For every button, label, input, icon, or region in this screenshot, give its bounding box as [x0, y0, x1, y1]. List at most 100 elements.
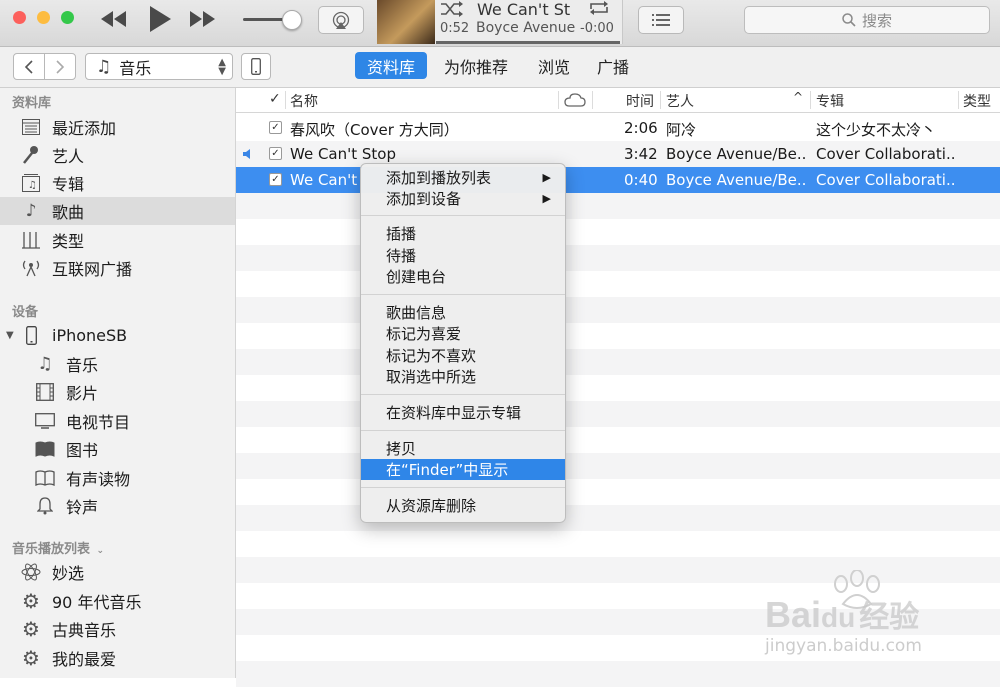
menu-item-uncheck-selection[interactable]: 取消选中所选 [361, 366, 565, 387]
progress-fill [436, 41, 620, 44]
microphone-icon [20, 144, 42, 166]
sidebar-playlist-90s[interactable]: ⚙ 90 年代音乐 [0, 587, 235, 615]
sidebar-item-label: 铃声 [66, 498, 99, 517]
play-button[interactable] [146, 4, 174, 34]
watermark-brand-a: Bai [765, 594, 822, 635]
sidebar-item-artists[interactable]: 艺人 [0, 141, 235, 169]
menu-item-dislike[interactable]: 标记为不喜欢 [361, 345, 565, 366]
shuffle-button[interactable] [440, 1, 464, 21]
tab-browse[interactable]: 浏览 [526, 52, 582, 79]
sidebar-item-label: 我的最爱 [52, 650, 117, 669]
sidebar-device-item-ringtones[interactable]: 铃声 [0, 492, 235, 520]
sidebar-playlist-classical[interactable]: ⚙ 古典音乐 [0, 615, 235, 643]
album-artwork[interactable] [377, 0, 435, 44]
sidebar-item-label: 有声读物 [66, 470, 131, 489]
sidebar-playlist-favorites[interactable]: ⚙ 我的最爱 [0, 644, 235, 672]
column-name[interactable]: 名称 [290, 91, 318, 111]
menu-item-show-in-finder[interactable]: 在“Finder”中显示 [361, 459, 565, 480]
menu-item-add-to-playlist[interactable]: 添加到播放列表 ▶ [361, 167, 565, 188]
table-row-selected[interactable]: ✓ We Can't 0:40 Boyce Avenue/Be... Cover… [236, 167, 1000, 193]
close-window-button[interactable] [13, 11, 26, 24]
menu-item-play-later[interactable]: 待播 [361, 245, 565, 266]
chevron-left-icon [24, 59, 33, 74]
menu-item-add-to-device[interactable]: 添加到设备 ▶ [361, 188, 565, 209]
rewind-button[interactable] [98, 8, 128, 30]
tab-radio[interactable]: 广播 [585, 52, 641, 79]
iphone-icon [251, 58, 261, 75]
table-row[interactable]: ✓ We Can't Stop 3:42 Boyce Avenue/Be... … [236, 141, 1000, 167]
search-field[interactable]: 搜索 [744, 6, 990, 34]
tab-library[interactable]: 资料库 [355, 52, 428, 79]
sidebar-header-devices: 设备 [12, 305, 39, 320]
repeat-icon [590, 1, 608, 15]
sidebar-item-albums[interactable]: ♫ 专辑 [0, 169, 235, 197]
menu-item-copy[interactable]: 拷贝 [361, 438, 565, 459]
song-name: 春风吹（Cover 方大同） [290, 121, 459, 139]
column-album[interactable]: 专辑 [816, 91, 844, 111]
sidebar-item-internet-radio[interactable]: 互联网广播 [0, 254, 235, 282]
book-icon [34, 438, 56, 460]
sidebar-device-item-books[interactable]: 图书 [0, 435, 235, 463]
sidebar-device-item-tv[interactable]: 电视节目 [0, 407, 235, 435]
table-row[interactable]: ✓ 春风吹（Cover 方大同） 2:06 阿冷 这个少女不太冷丶 [236, 115, 1000, 141]
menu-item-delete-from-library[interactable]: 从资源库删除 [361, 495, 565, 516]
sidebar-device-item-music[interactable]: ♫ 音乐 [0, 350, 235, 378]
sidebar-item-label: 影片 [66, 384, 99, 403]
search-placeholder: 搜索 [861, 11, 892, 30]
airplay-button[interactable] [318, 6, 364, 34]
repeat-button[interactable] [588, 0, 610, 20]
icloud-icon[interactable] [564, 93, 586, 111]
sidebar-header-playlists[interactable]: 音乐播放列表 ⌄ [12, 538, 104, 557]
menu-item-song-info[interactable]: 歌曲信息 [361, 302, 565, 323]
column-artist[interactable]: 艺人 [666, 91, 694, 111]
column-check[interactable]: ✓ [269, 91, 281, 107]
forward-button[interactable] [44, 53, 76, 80]
empty-row [236, 245, 1000, 271]
album-icon: ♫ [20, 172, 42, 194]
column-header: ✓ 名称 时间 艺人 ^ 专辑 类型 [236, 88, 1000, 113]
column-time[interactable]: 时间 [626, 91, 654, 111]
list-icon [652, 14, 670, 26]
menu-item-create-station[interactable]: 创建电台 [361, 266, 565, 287]
sidebar: 资料库 最近添加 艺人 ♫ 专辑 ♪ 歌曲 类型 互联网广播 设备 ▼ iPho… [0, 88, 236, 678]
disclosure-triangle-icon[interactable]: ▼ [6, 330, 20, 341]
sidebar-item-recently-added[interactable]: 最近添加 [0, 113, 235, 141]
sidebar-item-songs[interactable]: ♪ 歌曲 [0, 197, 235, 225]
column-genre[interactable]: 类型 [963, 91, 991, 111]
tab-for-you[interactable]: 为你推荐 [432, 52, 520, 79]
shuffle-icon [441, 1, 463, 17]
song-checkbox[interactable]: ✓ [269, 173, 282, 186]
airplay-icon [332, 11, 350, 29]
navigation-bar: ♫ 音乐 ▲ ▼ 资料库 为你推荐 浏览 广播 [0, 47, 1000, 88]
updown-chevron-icon: ▲ ▼ [218, 56, 226, 77]
progress-bar[interactable] [436, 41, 620, 44]
sidebar-item-label: 类型 [52, 232, 85, 251]
menu-item-love[interactable]: 标记为喜爱 [361, 323, 565, 344]
now-playing-artist: Boyce Avenue [476, 20, 576, 36]
media-type-selector[interactable]: ♫ 音乐 ▲ ▼ [85, 53, 233, 80]
iphone-icon [20, 324, 42, 346]
volume-knob[interactable] [282, 10, 302, 30]
minimize-window-button[interactable] [37, 11, 50, 24]
sidebar-item-label: 最近添加 [52, 119, 117, 138]
submenu-arrow-icon: ▶ [542, 192, 551, 205]
sidebar-item-device[interactable]: ▼ iPhoneSB [0, 321, 235, 349]
zoom-window-button[interactable] [61, 11, 74, 24]
menu-item-play-next[interactable]: 插播 [361, 223, 565, 244]
radio-icon [20, 257, 42, 279]
up-next-button[interactable] [638, 6, 684, 34]
song-checkbox[interactable]: ✓ [269, 147, 282, 160]
empty-row [236, 349, 1000, 375]
context-menu: 添加到播放列表 ▶ 添加到设备 ▶ 插播 待播 创建电台 歌曲信息 标记为喜爱 … [360, 163, 566, 523]
rewind-icon [101, 11, 126, 27]
back-button[interactable] [13, 53, 45, 80]
sidebar-playlist-genius[interactable]: 妙选 [0, 558, 235, 586]
device-button[interactable] [241, 53, 271, 80]
song-checkbox[interactable]: ✓ [269, 121, 282, 134]
sidebar-item-genres[interactable]: 类型 [0, 226, 235, 254]
menu-item-show-album[interactable]: 在资料库中显示专辑 [361, 402, 565, 423]
fast-forward-button[interactable] [188, 8, 218, 30]
sidebar-device-item-movies[interactable]: 影片 [0, 378, 235, 406]
sidebar-device-item-audiobooks[interactable]: 有声读物 [0, 464, 235, 492]
sidebar-item-label: 歌曲 [52, 203, 85, 222]
